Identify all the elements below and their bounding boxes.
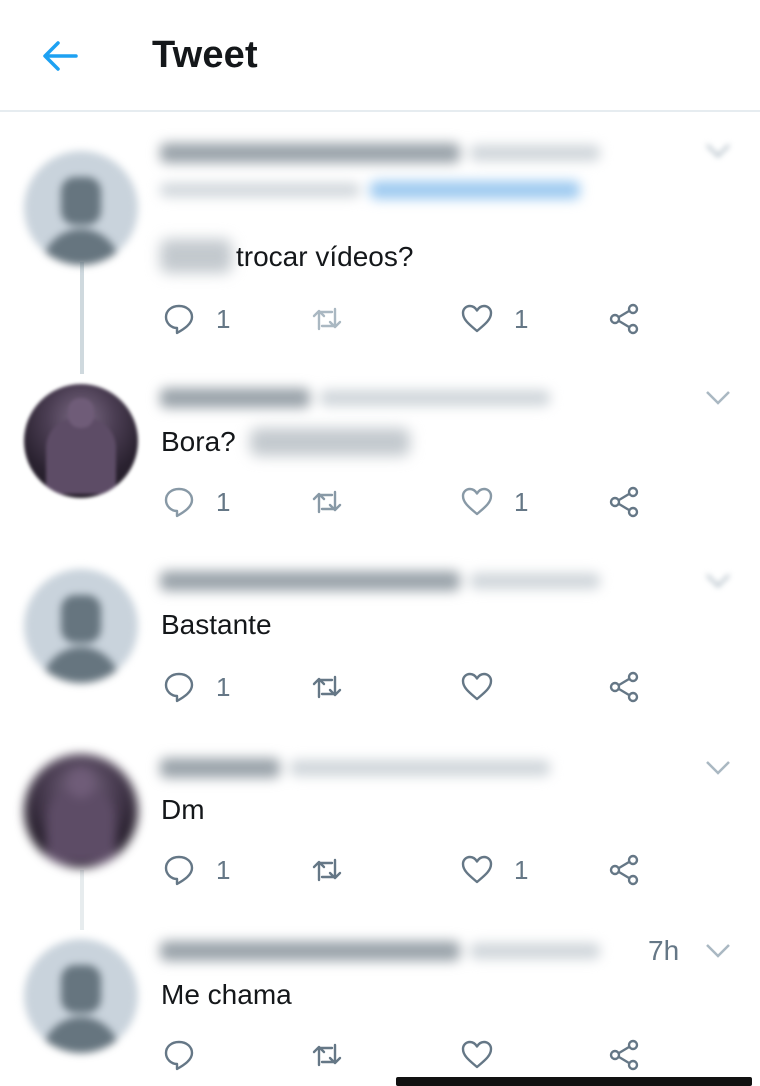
retweet-icon: [312, 675, 342, 699]
tweet[interactable]: Dm 1 1: [0, 720, 760, 904]
heart-icon: [461, 672, 493, 701]
like-button[interactable]: [460, 667, 514, 707]
like-button[interactable]: [460, 1035, 514, 1075]
chevron-down-icon[interactable]: [704, 941, 732, 961]
reply-count: 1: [216, 303, 231, 334]
chevron-down-icon[interactable]: [704, 758, 732, 778]
reply-button[interactable]: 1: [162, 482, 230, 522]
heart-icon: [461, 487, 493, 516]
tweet-actions: 1 1: [160, 299, 660, 339]
share-button[interactable]: [608, 482, 642, 522]
tweet-author-redacted: [160, 139, 620, 165]
redacted-text: [160, 239, 232, 273]
tweet-author-redacted: [160, 937, 620, 963]
chevron-down-icon[interactable]: [704, 141, 732, 161]
tweet-actions: [160, 1035, 660, 1075]
top-bar: Tweet: [0, 0, 760, 112]
page-title: Tweet: [152, 34, 258, 76]
redacted-text: [250, 428, 410, 456]
tweet-actions: 1: [160, 667, 660, 707]
avatar[interactable]: [24, 939, 138, 1053]
tweet-text: Bora?: [161, 426, 236, 457]
heart-icon: [461, 855, 493, 884]
chevron-down-icon[interactable]: [704, 388, 732, 408]
tweet-actions: 1 1: [160, 850, 660, 890]
like-count: 1: [514, 854, 529, 885]
heart-icon: [461, 304, 493, 333]
share-icon: [609, 854, 639, 886]
retweet-button[interactable]: [310, 850, 364, 890]
share-button[interactable]: [608, 1035, 642, 1075]
reply-icon: [164, 1040, 194, 1071]
share-icon: [609, 303, 639, 335]
heart-icon: [461, 1040, 493, 1069]
retweet-icon: [312, 307, 342, 331]
share-icon: [609, 1039, 639, 1071]
share-button[interactable]: [608, 667, 642, 707]
like-button[interactable]: 1: [460, 299, 528, 339]
tweet[interactable]: 7h Me chama: [0, 905, 760, 1086]
share-icon: [609, 671, 639, 703]
tweet-text: trocar vídeos?: [236, 241, 414, 272]
tweet-actions: 1 1: [160, 482, 660, 522]
tweet-author-redacted: [160, 754, 620, 780]
like-button[interactable]: 1: [460, 482, 528, 522]
retweet-icon: [312, 858, 342, 882]
retweet-button[interactable]: [310, 482, 364, 522]
reply-count: 1: [216, 486, 231, 517]
tweet-text: Me chama: [161, 979, 292, 1010]
reply-button[interactable]: [162, 1035, 216, 1075]
retweet-button[interactable]: [310, 299, 364, 339]
reply-count: 1: [216, 854, 231, 885]
reply-icon: [164, 672, 194, 703]
like-button[interactable]: 1: [460, 850, 528, 890]
avatar[interactable]: [24, 569, 138, 683]
retweet-icon: [312, 490, 342, 514]
tweet-author-redacted: [160, 567, 620, 593]
retweet-button[interactable]: [310, 667, 364, 707]
share-button[interactable]: [608, 850, 642, 890]
share-icon: [609, 486, 639, 518]
tweet[interactable]: trocar vídeos? 1 1: [0, 115, 760, 355]
reply-count: 1: [216, 671, 231, 702]
tweet[interactable]: Bora? 1 1: [0, 350, 760, 534]
like-count: 1: [514, 486, 529, 517]
tweet-time: 7h: [648, 935, 680, 966]
reply-icon: [164, 487, 194, 518]
retweet-button[interactable]: [310, 1035, 364, 1075]
tweet-author-redacted: [160, 384, 620, 410]
share-button[interactable]: [608, 299, 642, 339]
avatar[interactable]: [24, 754, 138, 868]
arrow-left-icon[interactable]: [38, 34, 82, 78]
reply-button[interactable]: 1: [162, 850, 230, 890]
tweet-text: Bastante: [161, 609, 272, 640]
reply-button[interactable]: 1: [162, 667, 230, 707]
avatar[interactable]: [24, 151, 138, 265]
tweet-text: Dm: [161, 794, 205, 825]
reply-icon: [164, 855, 194, 886]
bottom-bar-edge: [396, 1077, 752, 1086]
like-count: 1: [514, 303, 529, 334]
reply-button[interactable]: 1: [162, 299, 230, 339]
reply-icon: [164, 304, 194, 335]
replying-to-redacted: [160, 179, 590, 201]
retweet-icon: [312, 1043, 342, 1067]
tweet[interactable]: Bastante 1: [0, 535, 760, 719]
chevron-down-icon[interactable]: [704, 571, 732, 591]
avatar[interactable]: [24, 384, 138, 498]
